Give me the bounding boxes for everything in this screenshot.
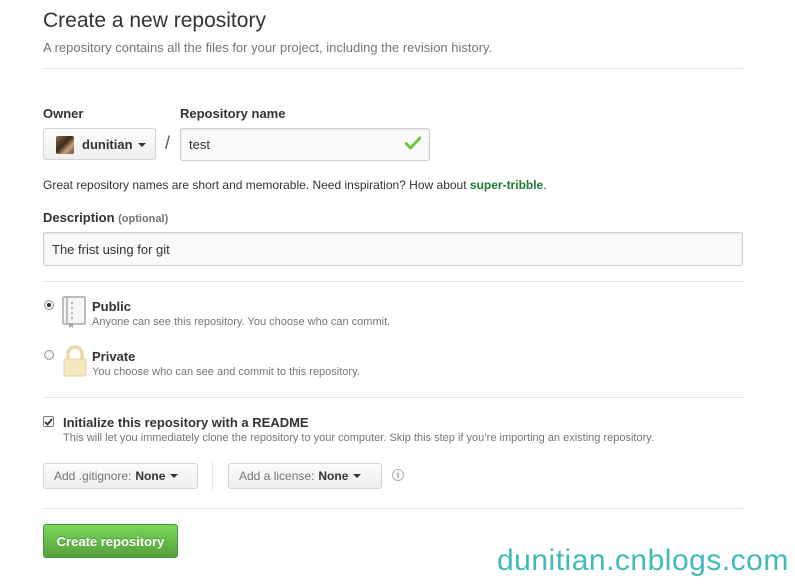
name-suggestion-hint: Great repository names are short and mem… bbox=[43, 178, 547, 192]
gitignore-select[interactable]: Add .gitignore: None bbox=[43, 463, 198, 489]
description-input[interactable]: The frist using for git bbox=[43, 232, 743, 266]
create-repository-button[interactable]: Create repository bbox=[43, 524, 178, 558]
readme-label: Initialize this repository with a README bbox=[63, 415, 309, 430]
gitignore-value: None bbox=[135, 469, 166, 483]
repo-name-value: test bbox=[189, 137, 210, 152]
private-title: Private bbox=[92, 349, 136, 364]
chevron-down-icon bbox=[170, 474, 179, 478]
chevron-down-icon bbox=[353, 474, 362, 478]
page-title: Create a new repository bbox=[43, 9, 266, 32]
public-desc: Anyone can see this repository. You choo… bbox=[92, 316, 391, 328]
public-radio[interactable] bbox=[44, 300, 54, 310]
info-icon[interactable]: i bbox=[392, 469, 404, 481]
chevron-down-icon bbox=[138, 143, 146, 147]
watermark: dunitian.cnblogs.com bbox=[497, 544, 789, 577]
owner-name: dunitian bbox=[82, 137, 133, 152]
optional-tag: (optional) bbox=[118, 213, 169, 225]
description-label: Description (optional) bbox=[43, 210, 168, 225]
avatar bbox=[56, 136, 74, 154]
suggestion-link[interactable]: super-tribble bbox=[470, 178, 543, 192]
license-select[interactable]: Add a license: None bbox=[228, 463, 382, 489]
page-subtitle: A repository contains all the files for … bbox=[43, 40, 493, 55]
private-desc: You choose who can see and commit to thi… bbox=[92, 366, 360, 378]
lock-icon bbox=[63, 345, 87, 383]
checkmark-icon bbox=[44, 417, 53, 426]
owner-repo-separator: / bbox=[165, 133, 171, 153]
license-label: Add a license: bbox=[239, 469, 315, 483]
repo-name-input[interactable]: test bbox=[180, 128, 430, 161]
divider bbox=[43, 68, 743, 69]
divider bbox=[43, 508, 743, 509]
divider bbox=[43, 397, 743, 398]
description-value: The frist using for git bbox=[52, 241, 170, 257]
repo-name-label: Repository name bbox=[180, 106, 286, 121]
readme-checkbox[interactable] bbox=[43, 416, 54, 427]
public-title: Public bbox=[92, 299, 132, 314]
description-label-text: Description bbox=[43, 210, 115, 225]
book-icon bbox=[62, 296, 88, 334]
license-value: None bbox=[318, 469, 349, 483]
readme-desc: This will let you immediately clone the … bbox=[63, 432, 654, 444]
gitignore-label: Add .gitignore: bbox=[54, 469, 132, 483]
hint-suffix: . bbox=[543, 178, 547, 192]
owner-label: Owner bbox=[43, 106, 84, 121]
checkmark-icon bbox=[404, 136, 422, 153]
hint-text: Great repository names are short and mem… bbox=[43, 178, 470, 192]
select-separator bbox=[212, 462, 213, 490]
private-radio[interactable] bbox=[44, 350, 54, 360]
divider bbox=[43, 281, 743, 282]
owner-dropdown[interactable]: dunitian bbox=[43, 128, 156, 160]
